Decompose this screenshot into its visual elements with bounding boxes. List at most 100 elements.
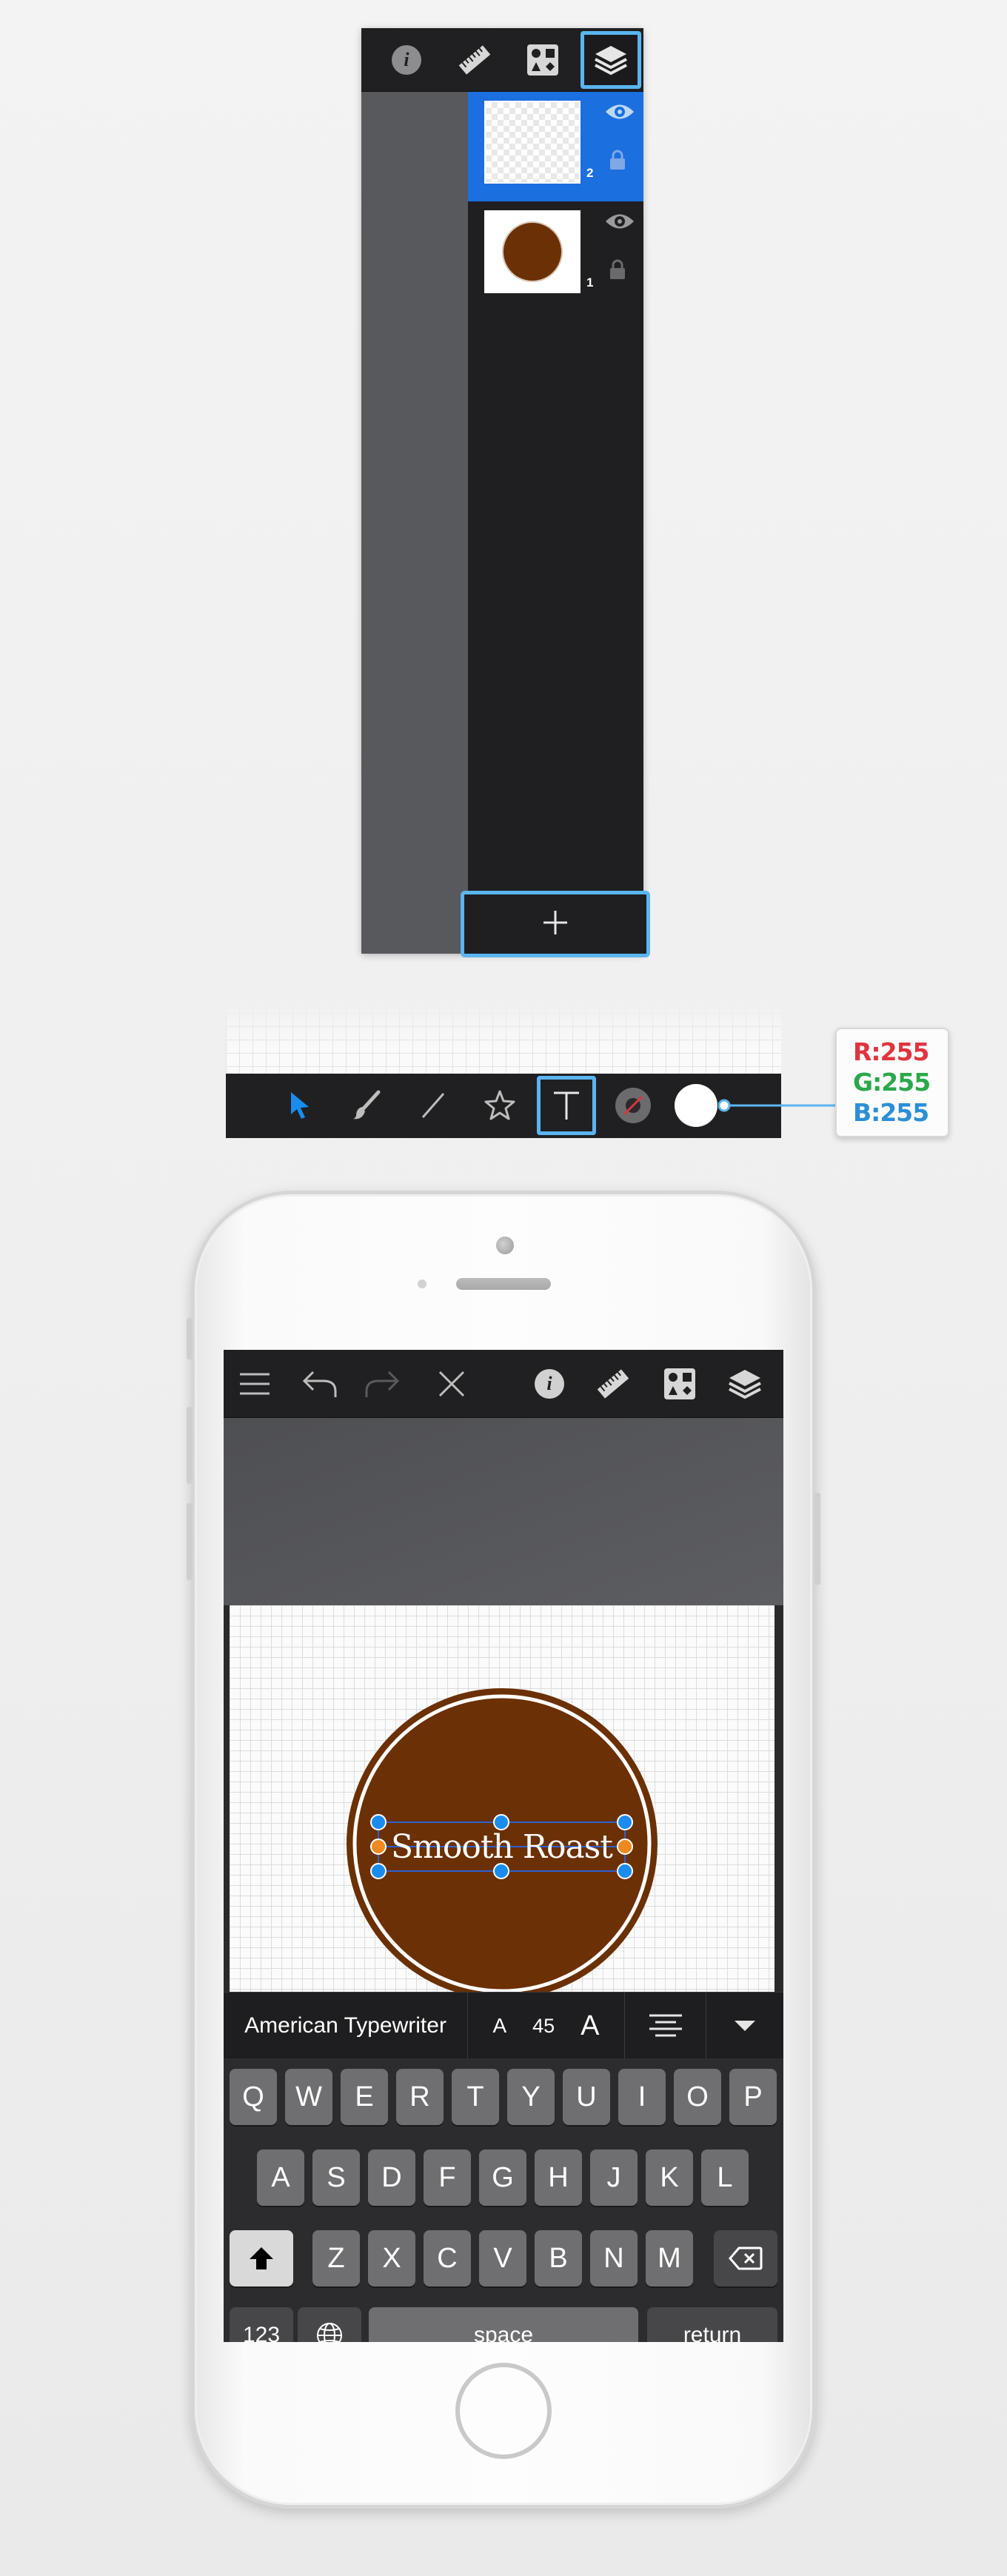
mute-switch: [187, 1318, 193, 1359]
lock-icon[interactable]: [609, 150, 626, 174]
menu-icon[interactable]: [235, 1365, 274, 1403]
key-k[interactable]: K: [646, 2150, 693, 2206]
home-button[interactable]: [455, 2363, 552, 2459]
key-o[interactable]: O: [674, 2069, 721, 2125]
globe-icon: [317, 2323, 342, 2342]
layers-icon[interactable]: [581, 31, 641, 89]
rgb-value-callout: R:255 G:255 B:255: [835, 1028, 949, 1137]
key-b[interactable]: B: [535, 2230, 582, 2286]
shapes-icon[interactable]: [660, 1365, 699, 1403]
add-layer-button[interactable]: [461, 891, 650, 957]
shapes-icon[interactable]: [524, 41, 561, 78]
key-w[interactable]: W: [285, 2069, 332, 2125]
front-camera: [496, 1237, 514, 1254]
star-icon[interactable]: [474, 1080, 526, 1131]
workspace-background: [224, 1418, 783, 1605]
key-a[interactable]: A: [257, 2150, 304, 2206]
text-icon[interactable]: [537, 1076, 596, 1135]
space-key[interactable]: space: [369, 2307, 638, 2342]
shift-key[interactable]: [230, 2230, 293, 2286]
key-h[interactable]: H: [535, 2150, 582, 2206]
key-u[interactable]: U: [563, 2069, 610, 2125]
key-s[interactable]: S: [312, 2150, 360, 2206]
volume-down-button: [187, 1503, 193, 1580]
pointer-icon[interactable]: [274, 1080, 326, 1131]
backspace-key[interactable]: [714, 2230, 777, 2286]
key-g[interactable]: G: [479, 2150, 526, 2206]
brush-icon[interactable]: [341, 1080, 392, 1131]
line-icon[interactable]: [407, 1080, 459, 1131]
layer-thumbnail: [484, 210, 581, 293]
key-m[interactable]: M: [646, 2230, 693, 2286]
redo-icon[interactable]: [363, 1365, 401, 1403]
numbers-key[interactable]: 123: [230, 2307, 293, 2342]
panel-toolbar: i: [361, 28, 643, 92]
align-center-icon[interactable]: [625, 1993, 706, 2059]
layers-icon[interactable]: [726, 1365, 764, 1403]
backspace-icon: [729, 2247, 763, 2270]
callout-connector: [718, 1099, 837, 1112]
app-toolbar: i: [224, 1350, 783, 1418]
globe-key[interactable]: [298, 2307, 361, 2342]
key-p[interactable]: P: [729, 2069, 777, 2125]
info-icon[interactable]: i: [530, 1365, 569, 1403]
key-z[interactable]: Z: [312, 2230, 360, 2286]
ruler-icon[interactable]: [594, 1365, 632, 1403]
drawing-canvas[interactable]: Smooth Roast: [230, 1605, 775, 1992]
font-size-control: A 45 A: [468, 1993, 625, 2059]
eye-icon[interactable]: [604, 212, 635, 235]
key-q[interactable]: Q: [230, 2069, 277, 2125]
return-key[interactable]: return: [647, 2307, 777, 2342]
key-y[interactable]: Y: [507, 2069, 555, 2125]
key-c[interactable]: C: [424, 2230, 471, 2286]
earpiece-speaker: [456, 1278, 551, 1290]
canvas-grid-preview: [226, 1000, 781, 1074]
plus-icon: [541, 908, 570, 941]
key-e[interactable]: E: [341, 2069, 388, 2125]
selection-handles[interactable]: [230, 1605, 775, 1992]
svg-text:i: i: [404, 49, 409, 70]
ruler-icon[interactable]: [456, 41, 493, 78]
text-format-bar: American Typewriter A 45 A: [224, 1992, 783, 2059]
lock-icon[interactable]: [609, 259, 626, 284]
volume-up-button: [187, 1407, 193, 1484]
increase-size-button[interactable]: A: [581, 2010, 599, 2042]
eye-icon[interactable]: [604, 102, 635, 125]
panel-canvas-preview: [361, 92, 468, 954]
key-l[interactable]: L: [701, 2150, 749, 2206]
shift-icon: [250, 2247, 273, 2269]
rgb-green-value: G:255: [853, 1068, 931, 1097]
svg-text:i: i: [546, 1373, 552, 1394]
key-j[interactable]: J: [590, 2150, 638, 2206]
rgb-red-value: R:255: [853, 1037, 930, 1066]
layer-row-2[interactable]: 2: [468, 92, 643, 201]
font-size-value: 45: [532, 2014, 555, 2037]
key-x[interactable]: X: [368, 2230, 415, 2286]
tool-strip: [226, 1074, 837, 1138]
key-r[interactable]: R: [396, 2069, 444, 2125]
phone-screen: i Smooth Roast American Typewriter A 45 …: [224, 1350, 783, 2342]
key-f[interactable]: F: [424, 2150, 471, 2206]
rgb-blue-value: B:255: [853, 1098, 929, 1127]
layer-thumbnail: [484, 101, 581, 184]
undo-icon[interactable]: [301, 1365, 339, 1403]
layer-row-1[interactable]: 1: [468, 201, 643, 311]
key-v[interactable]: V: [479, 2230, 526, 2286]
color-wheel-icon[interactable]: [607, 1080, 659, 1131]
layer-number: 1: [586, 275, 594, 290]
key-t[interactable]: T: [452, 2069, 499, 2125]
onscreen-keyboard: Q W E R T Y U I O P A S D F G H J K L Z …: [224, 2058, 783, 2342]
color-swatch[interactable]: [670, 1080, 722, 1131]
key-n[interactable]: N: [590, 2230, 638, 2286]
decrease-size-button[interactable]: A: [492, 2014, 506, 2038]
collapse-chevron-icon[interactable]: [706, 1993, 783, 2059]
layers-panel: i 2 1: [361, 28, 650, 957]
key-d[interactable]: D: [368, 2150, 415, 2206]
font-selector[interactable]: American Typewriter: [224, 1993, 468, 2059]
layer-number: 2: [586, 166, 594, 180]
proximity-sensor: [418, 1279, 426, 1288]
power-button: [814, 1493, 820, 1585]
info-icon[interactable]: i: [388, 41, 425, 78]
close-icon[interactable]: [432, 1365, 471, 1403]
key-i[interactable]: I: [618, 2069, 666, 2125]
